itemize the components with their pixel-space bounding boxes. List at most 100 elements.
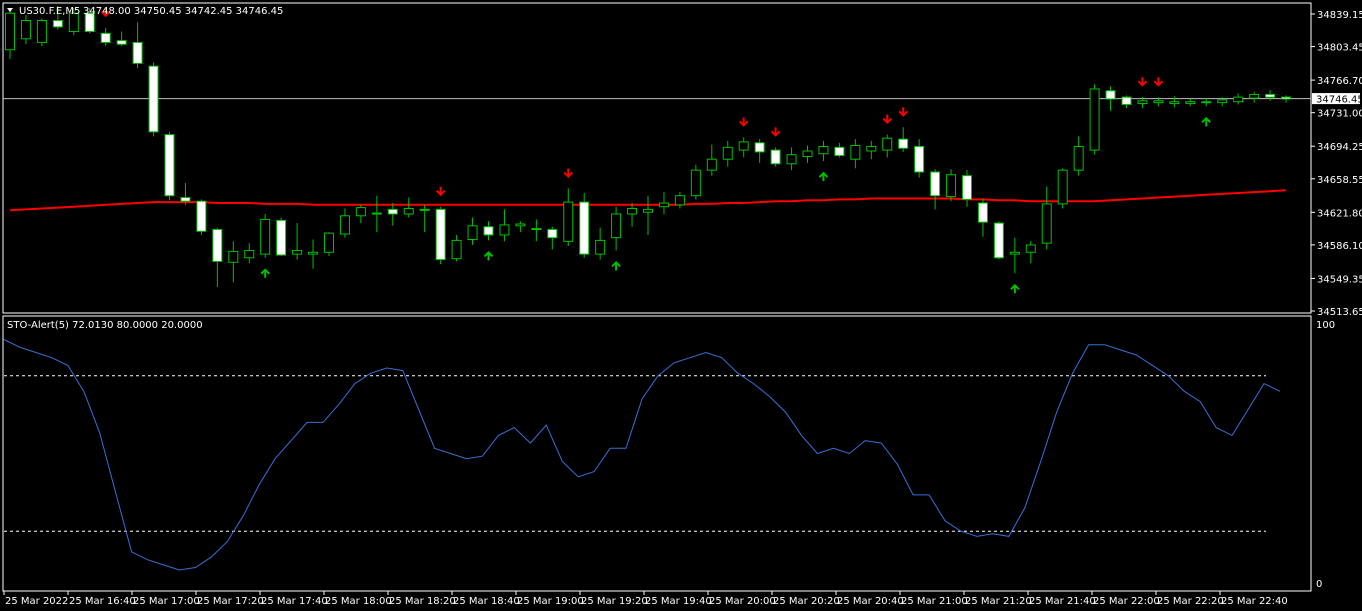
price-tick-label: 34549.35 — [1317, 274, 1362, 285]
candle-body — [371, 212, 382, 215]
candle-body — [977, 202, 988, 223]
candle-body — [738, 141, 749, 151]
candle-body — [611, 213, 622, 239]
candle-body — [52, 20, 63, 28]
candle-body — [946, 174, 957, 198]
candle-body — [483, 226, 494, 236]
candle-body — [292, 249, 303, 255]
candle-body — [308, 251, 319, 255]
candle — [690, 164, 701, 200]
candle-body — [451, 239, 462, 260]
candle — [1089, 84, 1100, 155]
candle-body — [1281, 96, 1291, 100]
candle-body — [786, 154, 797, 165]
candle — [196, 199, 207, 235]
current-price-tag-text: 34746.45 — [1316, 95, 1362, 106]
time-tick-label: 25 Mar 16:40 — [69, 596, 136, 607]
candle-body — [993, 222, 1004, 259]
candle-body — [499, 224, 510, 236]
candle-body — [722, 146, 733, 160]
candle-body — [1073, 145, 1084, 171]
time-tick-label: 25 Mar 17:00 — [133, 596, 200, 607]
time-tick-label: 25 Mar 19:40 — [645, 596, 712, 607]
price-tick-label: 34731.00 — [1317, 109, 1362, 120]
candle-body — [1121, 96, 1132, 105]
candle-body — [403, 207, 414, 215]
candle-body — [467, 225, 478, 241]
candle-body — [36, 20, 47, 43]
price-tick-label: 34658.55 — [1317, 175, 1362, 186]
candle-body — [1089, 88, 1100, 151]
candle-body — [770, 149, 781, 165]
candle-body — [116, 40, 127, 45]
time-tick-label: 25 Mar 22:20 — [1157, 596, 1224, 607]
candle — [1057, 168, 1068, 209]
candle-body — [1041, 203, 1052, 244]
candle-body — [547, 228, 558, 239]
candle-body — [515, 223, 526, 227]
candle — [36, 18, 47, 47]
candle-body — [563, 201, 574, 242]
candle-body — [1169, 101, 1180, 105]
ohlc-readout: 34748.00 34750.45 34742.45 34746.45 — [83, 6, 283, 17]
current-price-tag: 34746.45 — [1312, 93, 1362, 106]
candle-body — [244, 249, 255, 259]
candle-body — [228, 250, 239, 263]
time-tick-label: 25 Mar 20:40 — [837, 596, 904, 607]
time-tick-label: 25 Mar 18:00 — [325, 596, 392, 607]
candle-body — [914, 145, 925, 173]
candle-body — [339, 215, 350, 235]
candle — [324, 232, 334, 256]
candle-body — [866, 145, 877, 152]
time-tick-label: 25 Mar 21:20 — [965, 596, 1032, 607]
candle-body — [1057, 169, 1068, 205]
candle — [260, 213, 271, 258]
candle-body — [850, 145, 861, 160]
time-tick-label: 25 Mar 17:40 — [261, 596, 328, 607]
time-tick-label: 25 Mar 20:00 — [709, 596, 776, 607]
candle-body — [930, 171, 941, 197]
candle-body — [706, 158, 717, 171]
price-tick-label: 34513.65 — [1317, 307, 1362, 318]
time-tick-label: 25 Mar 21:00 — [901, 596, 968, 607]
candle — [993, 221, 1004, 260]
candle-body — [1233, 96, 1244, 103]
time-tick-label: 25 Mar 17:20 — [197, 596, 264, 607]
candle-body — [20, 20, 31, 40]
time-tick-label: 25 Mar 19:00 — [517, 596, 584, 607]
candle-body — [1137, 100, 1148, 105]
candle-body — [690, 169, 701, 197]
candle-body — [1009, 251, 1020, 255]
candle-body — [212, 228, 223, 262]
candle-body — [962, 175, 972, 200]
time-tick-label: 25 Mar 22:00 — [1093, 596, 1160, 607]
candle-body — [435, 208, 446, 261]
price-tick-label: 34839.15 — [1317, 10, 1362, 21]
candle-body — [260, 218, 271, 255]
candle-body — [1025, 244, 1036, 253]
indicator-tick-label: 100 — [1316, 320, 1335, 331]
candle-body — [882, 137, 893, 151]
candle-body — [387, 208, 398, 215]
candle-body — [579, 201, 590, 255]
candle-body — [419, 208, 430, 211]
candle-body — [802, 150, 813, 157]
time-tick-label: 25 Mar 2022 — [5, 596, 68, 607]
time-tick-label: 25 Mar 22:40 — [1221, 596, 1288, 607]
candle-body — [1265, 93, 1276, 98]
candle-body — [1249, 93, 1260, 99]
candle-body — [1201, 101, 1212, 104]
candle-body — [643, 208, 653, 213]
indicator-tick-label: 0 — [1316, 579, 1322, 590]
price-tick-label: 34621.80 — [1317, 208, 1362, 219]
candle-body — [164, 134, 175, 197]
candle-body — [531, 228, 542, 231]
candle-body — [148, 65, 159, 133]
candle-body — [1185, 101, 1196, 105]
candle-body — [276, 219, 287, 256]
price-tick-label: 34694.25 — [1317, 142, 1362, 153]
time-tick-label: 25 Mar 18:20 — [389, 596, 456, 607]
time-tick-label: 25 Mar 19:20 — [581, 596, 648, 607]
time-tick-label: 25 Mar 20:20 — [773, 596, 840, 607]
candle — [435, 206, 446, 265]
